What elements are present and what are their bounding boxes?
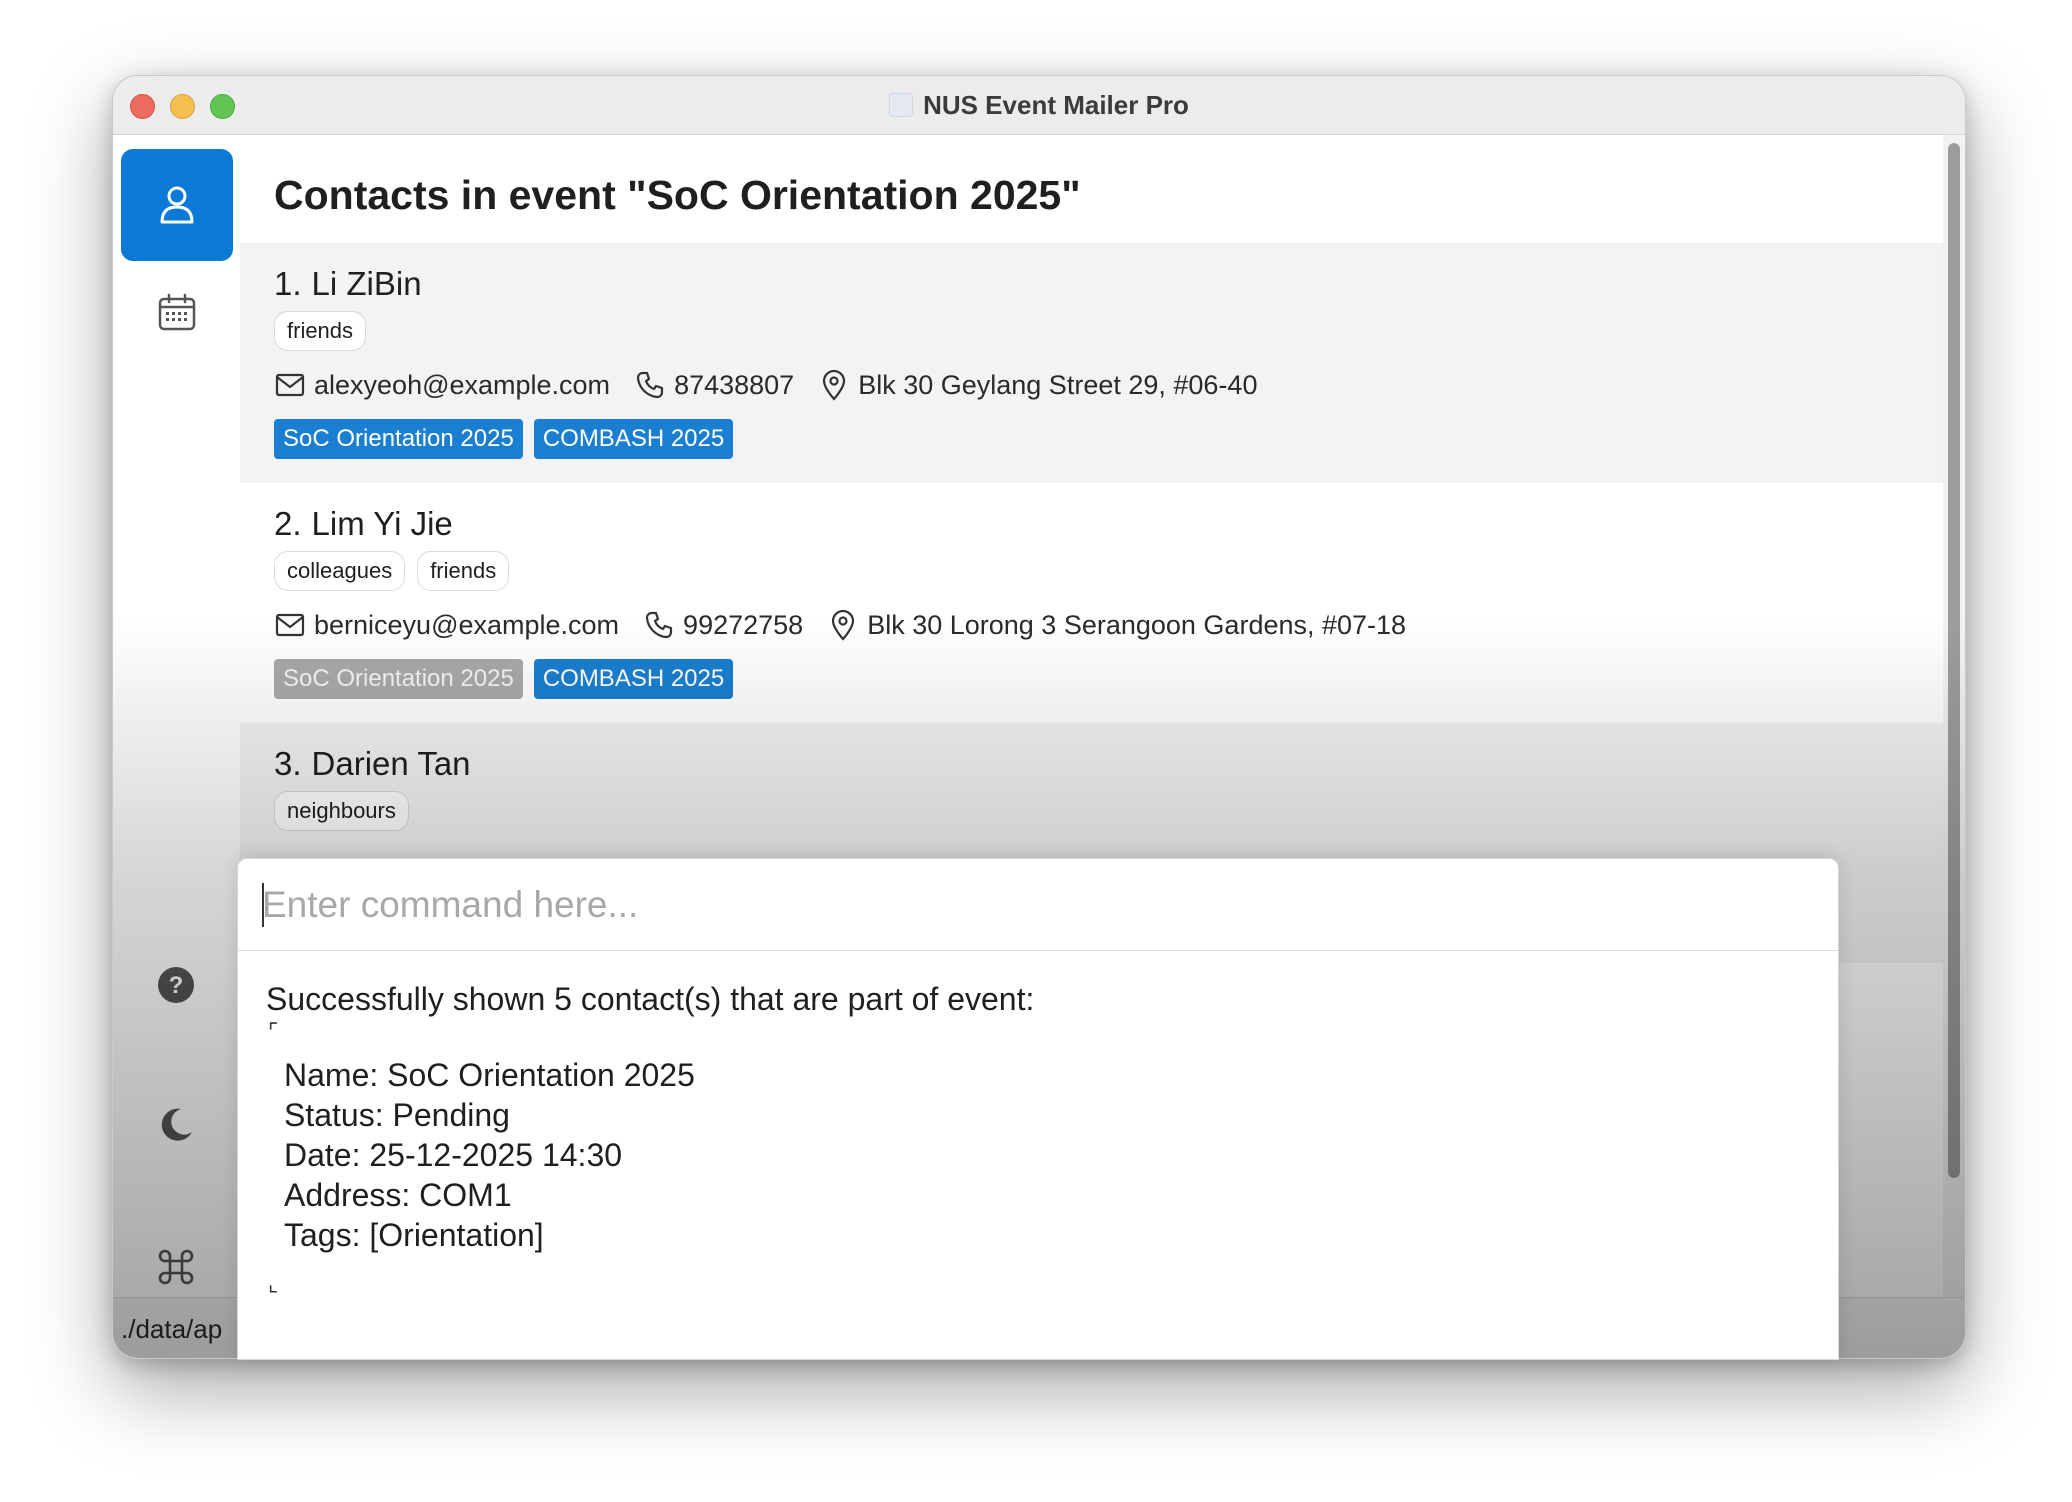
email-icon — [274, 369, 306, 401]
command-result-header: Successfully shown 5 contact(s) that are… — [266, 981, 1035, 1017]
event-detail-address: Address: COM1 — [284, 1177, 512, 1213]
nav-events-button[interactable] — [121, 257, 233, 369]
scrollbar-thumb[interactable] — [1948, 143, 1960, 1178]
command-palette: Successfully shown 5 contact(s) that are… — [237, 858, 1839, 1360]
event-details: Name: SoC Orientation 2025 Status: Pendi… — [284, 1055, 695, 1255]
contact-phone: 99272758 — [683, 609, 804, 640]
data-file-path: ./data/ap — [121, 1314, 223, 1344]
contact-events: SoC Orientation 2025 COMBASH 2025 — [274, 659, 734, 699]
title-wrap: NUS Event Mailer Pro — [113, 76, 1965, 134]
contact-name-text: Li ZiBin — [311, 265, 422, 302]
help-button[interactable]: ? — [156, 965, 196, 1005]
result-bracket-close: ⌞ — [268, 1271, 279, 1296]
contact-tags: colleagues friends — [274, 551, 510, 591]
command-input[interactable] — [238, 859, 1838, 951]
contact-email: berniceyu@example.com — [314, 609, 620, 640]
phone-icon — [643, 609, 675, 641]
text-caret — [262, 883, 264, 927]
contact-name-text: Lim Yi Jie — [311, 505, 453, 542]
contact-tag: friends — [274, 311, 367, 351]
contact-index: 2. — [274, 505, 302, 542]
event-tag: SoC Orientation 2025 — [274, 659, 523, 699]
sidebar: ? — [113, 135, 240, 1358]
event-detail-date: Date: 25-12-2025 14:30 — [284, 1137, 623, 1173]
contact-index: 1. — [274, 265, 302, 302]
event-tag: SoC Orientation 2025 — [274, 419, 523, 459]
contact-info: berniceyu@example.com 99272758 Blk 30 Lo… — [274, 609, 1406, 641]
event-tag: COMBASH 2025 — [533, 419, 734, 459]
page-title: Contacts in event "SoC Orientation 2025" — [274, 172, 1081, 218]
phone-icon — [634, 369, 666, 401]
app-icon — [889, 93, 914, 117]
contact-phone: 87438807 — [674, 369, 795, 400]
contact-address: Blk 30 Lorong 3 Serangoon Gardens, #07-1… — [867, 609, 1407, 640]
contact-card[interactable]: 1. Li ZiBin friends alexyeoh@example.com… — [240, 243, 1943, 483]
event-detail-name: Name: SoC Orientation 2025 — [284, 1057, 695, 1093]
command-icon — [158, 1249, 194, 1285]
contact-events: SoC Orientation 2025 COMBASH 2025 — [274, 419, 734, 459]
contact-index: 3. — [274, 745, 302, 782]
contact-name: 2. Lim Yi Jie — [274, 505, 453, 543]
contact-info: alexyeoh@example.com 87438807 Blk 30 Gey… — [274, 369, 1257, 401]
window-title: NUS Event Mailer Pro — [923, 89, 1189, 120]
contact-tags: friends — [274, 311, 367, 351]
email-icon — [274, 609, 306, 641]
event-detail-tags: Tags: [Orientation] — [284, 1217, 544, 1253]
nav-contacts-button[interactable] — [121, 149, 233, 261]
event-tag: COMBASH 2025 — [533, 659, 734, 699]
contact-name: 3. Darien Tan — [274, 745, 471, 783]
location-icon — [827, 609, 859, 641]
svg-text:?: ? — [169, 972, 184, 999]
result-bracket-open: ⌜ — [268, 1019, 279, 1044]
command-list-button[interactable] — [156, 1247, 196, 1287]
contact-card[interactable]: 2. Lim Yi Jie colleagues friends bernice… — [240, 483, 1943, 723]
location-icon — [818, 369, 850, 401]
contact-email: alexyeoh@example.com — [314, 369, 611, 400]
event-detail-status: Status: Pending — [284, 1097, 510, 1133]
help-icon: ? — [158, 967, 194, 1003]
contact-tag: colleagues — [274, 551, 406, 591]
moon-icon — [161, 1108, 192, 1141]
contact-name: 1. Li ZiBin — [274, 265, 422, 303]
contact-tag: neighbours — [274, 791, 409, 831]
contact-tag: friends — [417, 551, 510, 591]
theme-toggle-button[interactable] — [156, 1105, 196, 1145]
contact-name-text: Darien Tan — [311, 745, 471, 782]
contact-address: Blk 30 Geylang Street 29, #06-40 — [858, 369, 1258, 400]
calendar-icon — [158, 293, 196, 331]
title-bar: NUS Event Mailer Pro — [113, 76, 1965, 135]
scrollbar[interactable] — [1943, 135, 1965, 1298]
contact-tags: neighbours — [274, 791, 409, 831]
person-icon — [160, 186, 194, 224]
